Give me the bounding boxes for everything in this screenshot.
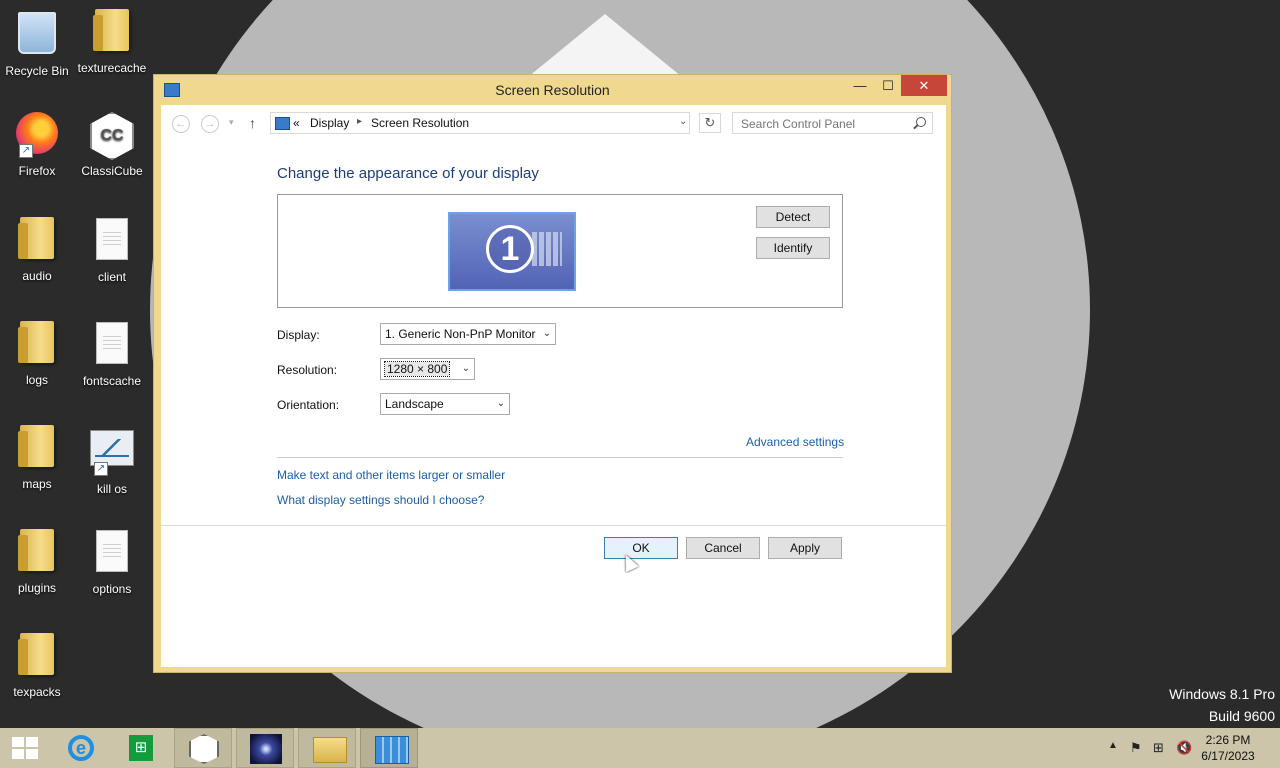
desktop-icon-options[interactable]: options — [75, 526, 149, 596]
chevron-down-icon: ⌄ — [496, 398, 506, 409]
volume-muted-icon[interactable]: 🔇 — [1176, 740, 1192, 756]
window-client-area: ← → ▾ ↑ « Display ▸ Screen Resolution ⌄ … — [161, 105, 946, 667]
breadcrumb-screen-resolution[interactable]: Screen Resolution — [371, 116, 469, 130]
resolution-select[interactable]: 1280 × 800 ⌄ — [380, 358, 475, 380]
shortcut-arrow-icon: ↗ — [94, 462, 108, 476]
search-box[interactable] — [732, 112, 933, 134]
store-icon: ⊞ — [129, 735, 153, 761]
chevron-down-icon[interactable]: ⌄ — [679, 116, 687, 127]
file-icon — [96, 322, 128, 364]
monitor-thumbnail[interactable]: 1 — [448, 212, 576, 291]
recycle-bin-icon — [18, 12, 56, 54]
taskbar-file-explorer[interactable] — [298, 728, 356, 768]
monitor-number: 1 — [486, 225, 534, 273]
folder-icon — [18, 217, 54, 259]
resolution-label: Resolution: — [277, 363, 338, 377]
chevron-down-icon: ⌄ — [461, 363, 471, 374]
back-button[interactable]: ← — [172, 115, 190, 133]
desktop-icon-fontscache[interactable]: fontscache — [75, 318, 149, 388]
windows-logo-icon — [12, 737, 38, 759]
shortcut-arrow-icon: ↗ — [19, 144, 33, 158]
refresh-button[interactable]: ↻ — [699, 113, 721, 133]
control-panel-icon — [275, 117, 290, 130]
folder-icon — [313, 737, 347, 763]
search-icon[interactable] — [916, 117, 926, 127]
galaxy-image-icon — [250, 734, 282, 764]
display-settings-help-link[interactable]: What display settings should I choose? — [277, 493, 484, 507]
desktop-icon-texpacks[interactable]: texpacks — [0, 630, 74, 699]
system-monitor-icon — [90, 430, 134, 466]
start-button[interactable] — [0, 728, 50, 768]
action-center-flag-icon[interactable]: ⚑ — [1130, 740, 1142, 756]
advanced-settings-link[interactable]: Advanced settings — [746, 435, 844, 449]
apply-button[interactable]: Apply — [768, 537, 842, 559]
desktop-icon-recycle-bin[interactable]: Recycle Bin — [0, 6, 74, 78]
cancel-button[interactable]: Cancel — [686, 537, 760, 559]
close-button[interactable]: ✕ — [901, 75, 947, 96]
display-select[interactable]: 1. Generic Non-PnP Monitor ⌄ — [380, 323, 556, 345]
taskbar-control-panel[interactable] — [360, 728, 418, 768]
desktop-icon-kill-os[interactable]: ↗ kill os — [75, 422, 149, 496]
desktop-icon-audio[interactable]: audio — [0, 214, 74, 283]
file-icon — [96, 530, 128, 572]
window-title: Screen Resolution — [495, 82, 610, 98]
windows-watermark: Windows 8.1 Pro Build 9600 — [1169, 686, 1275, 724]
page-title: Change the appearance of your display — [277, 165, 539, 182]
minimize-button[interactable]: — — [846, 75, 874, 96]
control-panel-icon — [375, 736, 409, 764]
file-icon — [96, 218, 128, 260]
desktop-icon-maps[interactable]: maps — [0, 422, 74, 491]
divider — [277, 457, 843, 458]
folder-icon — [18, 633, 54, 675]
display-preview: 1 Detect Identify — [277, 194, 843, 308]
folder-icon — [18, 321, 54, 363]
folder-icon — [93, 9, 129, 51]
detect-button[interactable]: Detect — [756, 206, 830, 228]
desktop-icon-logs[interactable]: logs — [0, 318, 74, 387]
search-input[interactable] — [739, 115, 913, 133]
taskbar-internet-explorer[interactable]: e — [52, 728, 110, 768]
title-bar[interactable]: Screen Resolution — ☐ ✕ — [154, 75, 951, 105]
desktop-icon-texturecache[interactable]: texturecache — [75, 6, 149, 75]
divider — [161, 525, 946, 526]
system-clock[interactable]: 2:26 PM 6/17/2023 — [1193, 732, 1263, 764]
classicube-icon: CC — [90, 112, 134, 160]
address-bar[interactable]: « Display ▸ Screen Resolution ⌄ — [270, 112, 690, 134]
ok-button[interactable]: OK — [604, 537, 678, 559]
taskbar: e ⊞ ▲ ⚑ ⊞ 🔇 2:26 PM 6/17/2023 — [0, 728, 1280, 768]
monitor-screen-pattern — [532, 232, 562, 266]
breadcrumb-display[interactable]: Display — [310, 116, 349, 130]
folder-icon — [18, 425, 54, 467]
forward-button[interactable]: → — [201, 115, 219, 133]
display-label: Display: — [277, 328, 320, 342]
chevron-down-icon: ⌄ — [542, 328, 552, 339]
maximize-button[interactable]: ☐ — [874, 75, 902, 96]
breadcrumb-chevron-icon[interactable]: ▸ — [357, 116, 362, 127]
internet-explorer-icon: e — [68, 735, 94, 761]
screen-resolution-window: Screen Resolution — ☐ ✕ ← → ▾ ↑ « Displa… — [153, 74, 952, 673]
orientation-label: Orientation: — [277, 398, 340, 412]
breadcrumb-overflow[interactable]: « — [293, 116, 300, 130]
up-button[interactable]: ↑ — [249, 115, 256, 131]
desktop-icon-firefox[interactable]: ↗ Firefox — [0, 110, 74, 178]
desktop-icon-classicube[interactable]: CC ClassiCube — [75, 110, 149, 178]
taskbar-store[interactable]: ⊞ — [112, 728, 170, 768]
show-hidden-icons-button[interactable]: ▲ — [1108, 740, 1118, 751]
recent-locations-icon[interactable]: ▾ — [229, 117, 234, 128]
text-size-link[interactable]: Make text and other items larger or smal… — [277, 468, 505, 482]
taskbar-classicube[interactable] — [174, 728, 232, 768]
taskbar-space-image[interactable] — [236, 728, 294, 768]
classicube-icon — [189, 734, 219, 764]
desktop-icon-client[interactable]: client — [75, 214, 149, 284]
identify-button[interactable]: Identify — [756, 237, 830, 259]
desktop-icon-plugins[interactable]: plugins — [0, 526, 74, 595]
network-icon[interactable]: ⊞ — [1153, 740, 1164, 756]
orientation-select[interactable]: Landscape ⌄ — [380, 393, 510, 415]
folder-icon — [18, 529, 54, 571]
